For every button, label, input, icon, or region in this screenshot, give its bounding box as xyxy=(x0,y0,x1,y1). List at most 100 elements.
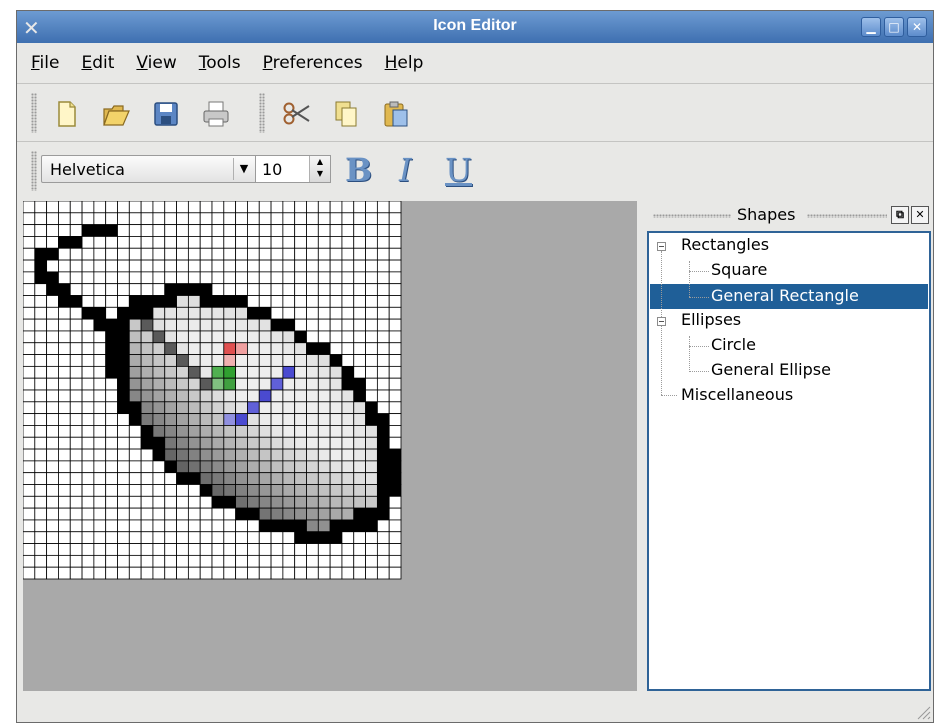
icon-pixel[interactable] xyxy=(247,342,260,355)
icon-pixel[interactable] xyxy=(329,354,343,367)
icon-pixel[interactable] xyxy=(247,543,260,556)
icon-pixel[interactable] xyxy=(270,247,284,261)
maximize-button[interactable]: □ xyxy=(884,17,904,37)
icon-pixel[interactable] xyxy=(211,201,225,214)
icon-pixel[interactable] xyxy=(258,566,272,580)
icon-pixel[interactable] xyxy=(329,531,343,544)
icon-pixel[interactable] xyxy=(34,377,48,391)
icon-pixel[interactable] xyxy=(376,484,390,497)
icon-pixel[interactable] xyxy=(58,306,71,320)
icon-pixel[interactable] xyxy=(317,554,331,568)
icon-pixel[interactable] xyxy=(365,283,378,296)
icon-pixel[interactable] xyxy=(46,448,59,462)
icon-pixel[interactable] xyxy=(294,295,307,308)
icon-pixel[interactable] xyxy=(58,295,71,308)
icon-pixel[interactable] xyxy=(93,484,107,497)
icon-pixel[interactable] xyxy=(81,259,95,273)
icon-pixel[interactable] xyxy=(23,495,36,509)
icon-pixel[interactable] xyxy=(140,425,154,438)
new-file-icon[interactable] xyxy=(51,99,81,129)
icon-pixel[interactable] xyxy=(23,271,36,285)
icon-pixel[interactable] xyxy=(105,460,118,474)
icon-pixel[interactable] xyxy=(376,401,390,415)
icon-pixel[interactable] xyxy=(223,484,237,497)
icon-pixel[interactable] xyxy=(81,566,95,580)
icon-pixel[interactable] xyxy=(282,377,296,391)
icon-pixel[interactable] xyxy=(164,306,177,320)
icon-pixel[interactable] xyxy=(211,507,225,521)
icon-pixel[interactable] xyxy=(69,401,83,415)
icon-pixel[interactable] xyxy=(211,495,225,509)
icon-pixel[interactable] xyxy=(282,543,296,556)
icon-pixel[interactable] xyxy=(199,318,213,332)
icon-pixel[interactable] xyxy=(341,460,355,474)
icon-pixel[interactable] xyxy=(187,389,201,403)
icon-pixel[interactable] xyxy=(164,271,177,285)
icon-pixel[interactable] xyxy=(58,460,71,474)
icon-pixel[interactable] xyxy=(69,212,83,226)
icon-pixel[interactable] xyxy=(69,460,83,474)
icon-pixel[interactable] xyxy=(306,436,319,450)
icon-pixel[interactable] xyxy=(69,354,83,367)
icon-pixel[interactable] xyxy=(34,543,48,556)
icon-pixel[interactable] xyxy=(69,342,83,355)
icon-pixel[interactable] xyxy=(140,330,154,344)
icon-pixel[interactable] xyxy=(23,342,36,355)
icon-pixel[interactable] xyxy=(187,507,201,521)
icon-pixel[interactable] xyxy=(34,342,48,355)
icon-pixel[interactable] xyxy=(58,472,71,485)
chevron-down-icon[interactable]: ▼ xyxy=(233,158,254,180)
spin-arrows-icon[interactable]: ▲ ▼ xyxy=(309,156,330,182)
icon-pixel[interactable] xyxy=(341,495,355,509)
icon-pixel[interactable] xyxy=(317,224,331,237)
icon-pixel[interactable] xyxy=(176,354,189,367)
icon-pixel[interactable] xyxy=(34,519,48,533)
icon-pixel[interactable] xyxy=(128,566,142,580)
icon-pixel[interactable] xyxy=(69,365,83,379)
icon-pixel[interactable] xyxy=(282,425,296,438)
icon-pixel[interactable] xyxy=(270,566,284,580)
icon-pixel[interactable] xyxy=(23,259,36,273)
icon-pixel[interactable] xyxy=(258,543,272,556)
icon-pixel[interactable] xyxy=(69,507,83,521)
icon-pixel[interactable] xyxy=(353,201,366,214)
icon-pixel[interactable] xyxy=(105,566,118,580)
icon-pixel[interactable] xyxy=(46,554,59,568)
icon-pixel[interactable] xyxy=(176,519,189,533)
icon-pixel[interactable] xyxy=(235,271,248,285)
icon-pixel[interactable] xyxy=(93,436,107,450)
icon-pixel[interactable] xyxy=(365,247,378,261)
icon-pixel[interactable] xyxy=(294,460,307,474)
icon-pixel[interactable] xyxy=(341,330,355,344)
icon-pixel[interactable] xyxy=(306,306,319,320)
icon-pixel[interactable] xyxy=(388,283,402,296)
icon-pixel[interactable] xyxy=(317,342,331,355)
icon-pixel[interactable] xyxy=(388,495,402,509)
icon-pixel[interactable] xyxy=(140,495,154,509)
icon-pixel[interactable] xyxy=(353,271,366,285)
icon-pixel[interactable] xyxy=(258,484,272,497)
icon-pixel[interactable] xyxy=(353,425,366,438)
icon-pixel[interactable] xyxy=(270,318,284,332)
icon-pixel[interactable] xyxy=(117,436,130,450)
icon-pixel[interactable] xyxy=(317,306,331,320)
icon-pixel[interactable] xyxy=(93,247,107,261)
icon-pixel[interactable] xyxy=(23,212,36,226)
icon-pixel[interactable] xyxy=(341,436,355,450)
icon-pixel[interactable] xyxy=(176,472,189,485)
icon-pixel[interactable] xyxy=(128,306,142,320)
icon-pixel[interactable] xyxy=(164,495,177,509)
icon-pixel[interactable] xyxy=(23,354,36,367)
icon-pixel[interactable] xyxy=(282,330,296,344)
icon-pixel[interactable] xyxy=(152,354,166,367)
icon-pixel[interactable] xyxy=(69,389,83,403)
icon-pixel[interactable] xyxy=(58,342,71,355)
icon-pixel[interactable] xyxy=(211,401,225,415)
icon-pixel[interactable] xyxy=(258,283,272,296)
icon-pixel[interactable] xyxy=(23,519,36,533)
icon-pixel[interactable] xyxy=(128,236,142,249)
icon-pixel[interactable] xyxy=(93,201,107,214)
icon-pixel[interactable] xyxy=(376,318,390,332)
icon-pixel[interactable] xyxy=(105,507,118,521)
icon-pixel[interactable] xyxy=(152,247,166,261)
